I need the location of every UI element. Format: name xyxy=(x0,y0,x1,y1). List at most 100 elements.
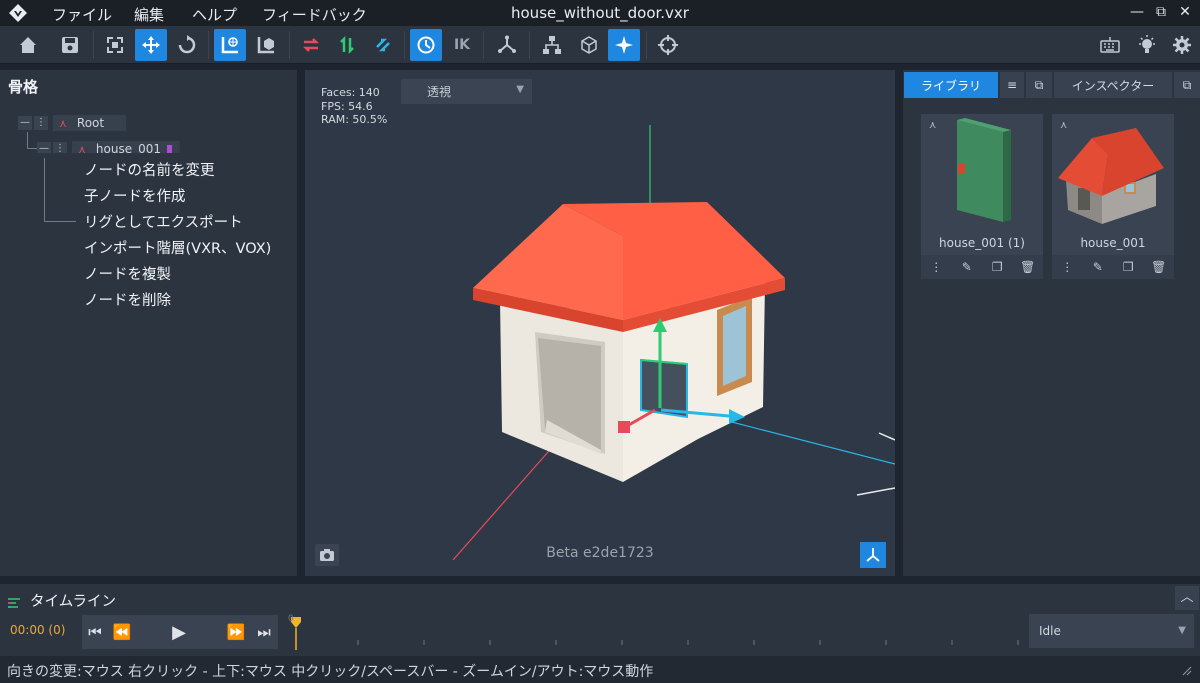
world-space-button[interactable] xyxy=(214,29,246,61)
item-name: house_001 (1) xyxy=(939,236,1025,250)
node-menu-button[interactable]: ⋮ xyxy=(53,142,67,153)
list-view-button[interactable]: ≡ xyxy=(1000,72,1024,98)
maximize-button[interactable]: ⧉ xyxy=(1152,3,1170,21)
next-frame-button[interactable]: ⏩ xyxy=(222,615,250,649)
collapse-toggle[interactable]: — xyxy=(37,142,51,153)
delete-button[interactable]: 🗑 xyxy=(1018,260,1038,274)
sparkle-button[interactable] xyxy=(608,29,640,61)
toolbar: IK xyxy=(0,26,1200,64)
rotate-icon xyxy=(178,35,196,54)
hierarchy-button[interactable] xyxy=(536,29,568,61)
move-tool-button[interactable] xyxy=(135,29,167,61)
play-button[interactable]: ▶ xyxy=(136,615,222,649)
fit-view-button[interactable] xyxy=(99,29,131,61)
local-space-button[interactable] xyxy=(250,29,282,61)
last-frame-button[interactable]: ⏭ xyxy=(250,615,278,649)
more-button[interactable]: ⋮ xyxy=(926,260,946,274)
duplicate-button[interactable]: ❐ xyxy=(987,260,1007,274)
more-button[interactable]: ⋮ xyxy=(1057,260,1077,274)
rotate-gizmo-button[interactable] xyxy=(410,29,442,61)
svg-text:⋏: ⋏ xyxy=(1060,120,1067,131)
light-button[interactable] xyxy=(1131,29,1163,61)
menu-help[interactable]: ヘルプ xyxy=(192,4,237,25)
settings-button[interactable] xyxy=(1166,29,1198,61)
fast-forward-icon: ⏩ xyxy=(226,623,246,641)
menu-item-import-hierarchy[interactable]: インポート階層(VXR、VOX) xyxy=(84,237,271,258)
swap-y-button[interactable] xyxy=(331,29,363,61)
status-hint: 向きの変更:マウス 右クリック - 上下:マウス 中クリック/スペースバー - … xyxy=(7,664,654,680)
menu-edit[interactable]: 編集 xyxy=(134,4,164,25)
view-mode-select[interactable]: 透視 ▼ xyxy=(401,79,532,104)
animation-select[interactable]: Idle ▼ xyxy=(1029,614,1194,648)
ik-button[interactable]: IK xyxy=(446,29,478,61)
undock-inspector-button[interactable]: ⧉ xyxy=(1174,72,1200,98)
prev-frame-button[interactable]: ⏪ xyxy=(108,615,136,649)
status-bar: 向きの変更:マウス 右クリック - 上下:マウス 中クリック/スペースバー - … xyxy=(0,656,1200,683)
bone-icon: ⋏ xyxy=(78,143,87,156)
swap-x-button[interactable] xyxy=(295,29,327,61)
door-thumbnail[interactable]: ⋏ xyxy=(921,114,1043,232)
menu-file[interactable]: ファイル xyxy=(52,4,112,25)
rotate-tool-button[interactable] xyxy=(171,29,203,61)
swap-z-button[interactable] xyxy=(367,29,399,61)
move-icon xyxy=(142,36,160,54)
menu-icon: ≡ xyxy=(1006,78,1018,92)
color-swatch xyxy=(166,145,172,153)
collapse-toggle[interactable]: — xyxy=(18,116,32,130)
current-time: 00:00 (0) xyxy=(10,623,66,637)
menu-feedback[interactable]: フィードバック xyxy=(262,4,367,25)
edit-button[interactable]: ✎ xyxy=(1088,260,1108,274)
tab-inspector[interactable]: インスペクター xyxy=(1054,72,1172,98)
home-icon xyxy=(20,37,36,53)
svg-text:⋏: ⋏ xyxy=(929,120,936,131)
undock-library-button[interactable]: ⧉ xyxy=(1026,72,1052,98)
menu-item-export-rig[interactable]: リグとしてエクスポート xyxy=(84,211,243,232)
undock-icon: ⧉ xyxy=(1182,77,1192,92)
3d-viewport[interactable]: Faces: 140 FPS: 54.6 RAM: 50.5% 透視 ▼ Bet… xyxy=(305,70,895,576)
save-icon xyxy=(62,37,78,53)
tree-node-root[interactable]: — ⋮ ⋏ Root xyxy=(18,114,127,132)
tree-node-house[interactable]: — ⋮ ⋏ house_001 xyxy=(37,140,180,156)
save-button[interactable] xyxy=(54,29,86,61)
first-frame-button[interactable]: ⏮ xyxy=(82,615,108,649)
menu-item-rename[interactable]: ノードの名前を変更 xyxy=(84,159,215,180)
house-thumbnail[interactable]: ⋏ xyxy=(1052,114,1174,232)
undock-icon: ⧉ xyxy=(1034,77,1044,92)
light-line xyxy=(878,432,895,441)
library-item[interactable]: ⋏ house_001 (1) ⋮ ✎ ❐ 🗑 xyxy=(921,114,1043,279)
stats-overlay: Faces: 140 FPS: 54.6 RAM: 50.5% xyxy=(321,86,387,127)
minimize-button[interactable]: — xyxy=(1128,3,1146,21)
node-menu-button[interactable]: ⋮ xyxy=(34,116,48,130)
timeline-ruler[interactable] xyxy=(290,614,1020,650)
edit-button[interactable]: ✎ xyxy=(957,260,977,274)
duplicate-button[interactable]: ❐ xyxy=(1118,260,1138,274)
keyboard-icon xyxy=(1100,37,1120,53)
cube-icon xyxy=(581,36,597,54)
skeleton-panel: 骨格 — ⋮ ⋏ Root — ⋮ ⋏ house_001 ノードの名前を変更 … xyxy=(0,70,297,576)
library-item[interactable]: ⋏ house_001 ⋮ ✎ ❐ 🗑 xyxy=(1052,114,1174,279)
cube-button[interactable] xyxy=(573,29,605,61)
delete-button[interactable]: 🗑 xyxy=(1149,260,1169,274)
ram-readout: RAM: 50.5% xyxy=(321,113,388,126)
menu-item-delete[interactable]: ノードを削除 xyxy=(84,289,171,310)
menu-item-duplicate[interactable]: ノードを複製 xyxy=(84,263,171,284)
target-button[interactable] xyxy=(652,29,684,61)
bone-button[interactable] xyxy=(491,29,523,61)
local-space-icon xyxy=(257,37,274,54)
collapse-timeline-button[interactable]: ︿ xyxy=(1175,586,1199,610)
scene-render[interactable] xyxy=(305,70,895,576)
home-button[interactable] xyxy=(12,29,44,61)
item-actions: ⋮ ✎ ❐ 🗑 xyxy=(1052,255,1174,279)
swap-blue-icon xyxy=(376,38,390,52)
axis-gizmo-button[interactable] xyxy=(860,542,886,568)
build-version: Beta e2de1723 xyxy=(546,545,654,561)
close-button[interactable]: ✕ xyxy=(1176,3,1194,21)
fps-readout: FPS: 54.6 xyxy=(321,99,373,113)
item-name: house_001 xyxy=(1080,236,1146,250)
chevron-down-icon: ▼ xyxy=(1178,625,1186,636)
keyboard-button[interactable] xyxy=(1094,29,1126,61)
light-icon xyxy=(1139,35,1155,53)
tab-library[interactable]: ライブラリ xyxy=(904,72,998,98)
resize-grip-icon[interactable] xyxy=(1180,664,1192,676)
menu-item-create-child[interactable]: 子ノードを作成 xyxy=(84,185,186,206)
